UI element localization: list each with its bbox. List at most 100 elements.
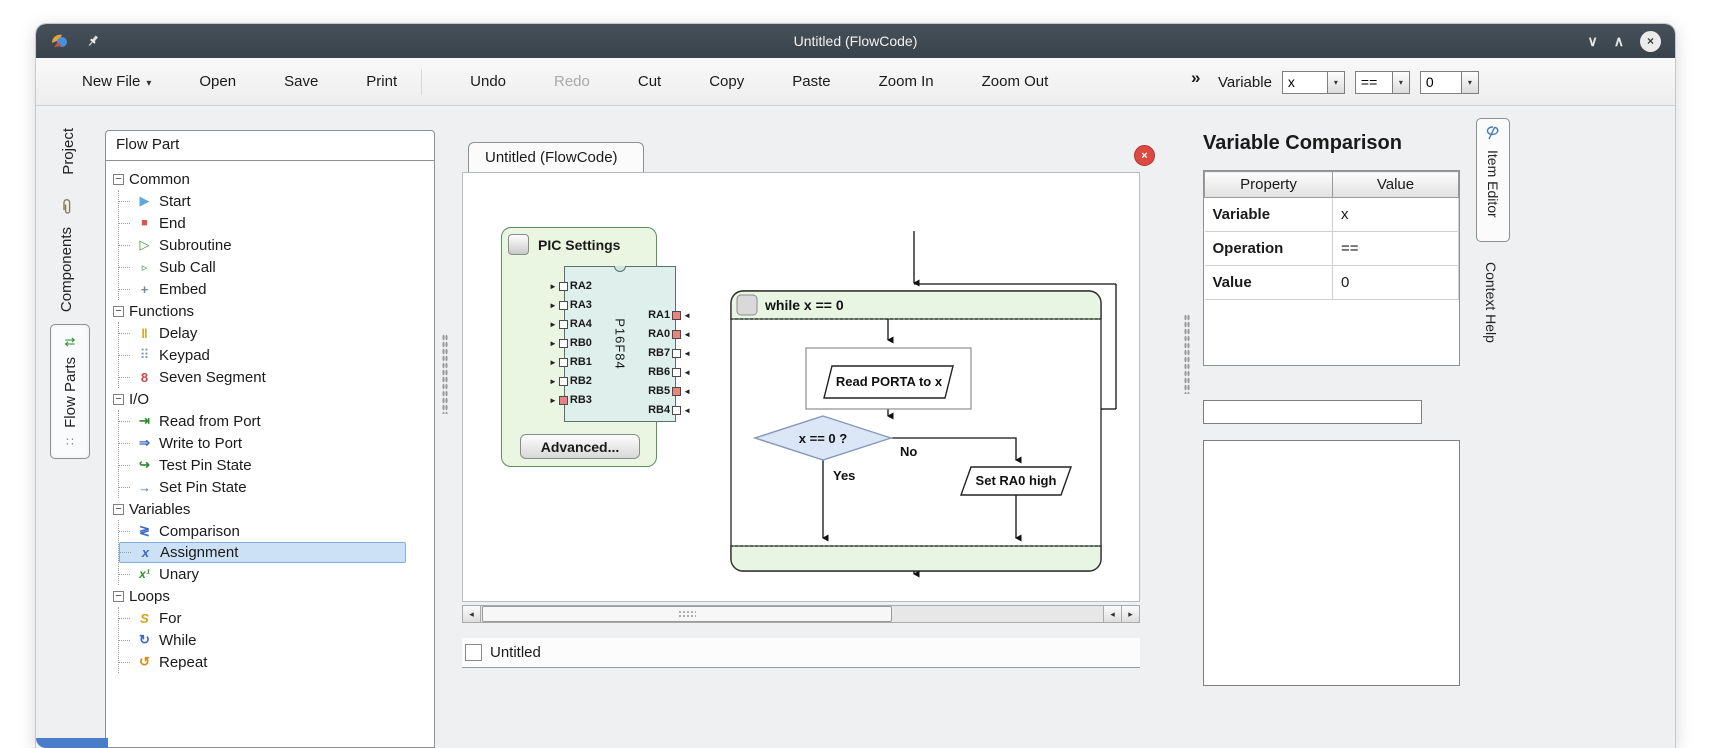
tree-item-label: End [159, 215, 186, 232]
tree-item-while[interactable]: ↻ While [119, 629, 430, 651]
tree-item-label: Assignment [160, 544, 238, 561]
maximize-icon[interactable]: ∧ [1614, 33, 1624, 50]
copy-button[interactable]: Copy [709, 73, 744, 90]
tree-item-label: Subroutine [159, 237, 232, 254]
collapse-icon[interactable]: − [113, 174, 124, 185]
flowchart-canvas[interactable]: PIC Settings P16F84 ► RA2 ► RA3 ► [462, 172, 1140, 602]
tree-item-seven-segment[interactable]: 8 Seven Segment [119, 366, 430, 388]
tree-item-end[interactable]: ■ End [119, 212, 430, 234]
zoom-out-button[interactable]: Zoom Out [982, 73, 1049, 90]
write-to-port-icon: ⇒ [135, 435, 154, 451]
tree-connector [119, 465, 130, 466]
tree-connector [119, 618, 130, 619]
shade-icon[interactable]: ∨ [1588, 33, 1598, 50]
collapse-icon[interactable]: − [113, 394, 124, 405]
tree-item-embed[interactable]: + Embed [119, 278, 430, 300]
column-header-property: Property [1205, 172, 1333, 198]
tree-item-assignment[interactable]: x Assignment [119, 542, 406, 563]
save-button[interactable]: Save [284, 73, 318, 90]
tree-item-repeat[interactable]: ↺ Repeat [119, 651, 430, 673]
tab-item-editor-label: Item Editor [1485, 150, 1501, 218]
value-combo-arrow-icon[interactable]: ▾ [1461, 71, 1479, 94]
tree-children-io: ⇥ Read from Port ⇒ Write to Port ↪ Test … [118, 410, 430, 498]
scroll-right-icon[interactable]: ▸ [1121, 606, 1139, 622]
collapse-icon[interactable]: − [113, 306, 124, 317]
undo-button[interactable]: Undo [470, 73, 506, 90]
print-button[interactable]: Print [366, 73, 397, 90]
zoom-in-button[interactable]: Zoom In [879, 73, 934, 90]
operator-combobox[interactable]: ▾ [1355, 71, 1410, 94]
paste-button[interactable]: Paste [792, 73, 830, 90]
property-value[interactable]: 0 [1333, 266, 1459, 300]
tree-item-read-from-port[interactable]: ⇥ Read from Port [119, 410, 430, 432]
tree-item-label: Unary [159, 566, 199, 583]
scroll-left-icon[interactable]: ◂ [463, 606, 481, 622]
splitter-handle[interactable] [442, 334, 448, 414]
open-button[interactable]: Open [199, 73, 236, 90]
tree-group-variables[interactable]: − Variables [113, 498, 430, 520]
read-porta-shape[interactable]: Read PORTA to x [806, 348, 971, 409]
tree-connector [119, 289, 130, 290]
operator-combo-field[interactable] [1355, 71, 1393, 94]
read-porta-label: Read PORTA to x [836, 374, 943, 389]
macro-tab-icon[interactable] [465, 644, 482, 661]
tab-components[interactable]: Components [58, 198, 75, 312]
tab-project[interactable]: Project [60, 128, 77, 175]
value-combobox[interactable]: ▾ [1420, 71, 1479, 94]
tree-item-label: Seven Segment [159, 369, 266, 386]
cut-button[interactable]: Cut [638, 73, 661, 90]
tree-item-start[interactable]: ▶ Start [119, 190, 430, 212]
tree-group-loops[interactable]: − Loops [113, 585, 430, 607]
tree-item-for[interactable]: S For [119, 607, 430, 629]
tree-children-loops: S For ↻ While ↺ Repeat [118, 607, 430, 673]
tree-item-keypad[interactable]: ⠿ Keypad [119, 344, 430, 366]
scroll-left-icon[interactable]: ◂ [1103, 606, 1121, 622]
properties-text-input[interactable] [1203, 400, 1422, 424]
close-window-icon[interactable]: × [1640, 31, 1661, 52]
new-file-button[interactable]: New File ▾ [82, 73, 151, 90]
tree-item-subroutine[interactable]: ▷ Subroutine [119, 234, 430, 256]
variable-combo-arrow-icon[interactable]: ▾ [1327, 71, 1345, 94]
scrollbar-thumb[interactable] [482, 606, 892, 622]
tree-item-write-to-port[interactable]: ⇒ Write to Port [119, 432, 430, 454]
tree-item-sub-call[interactable]: ▹ Sub Call [119, 256, 430, 278]
tab-context-help-label: Context Help [1483, 262, 1499, 343]
tab-item-editor[interactable]: Item Editor [1476, 118, 1510, 242]
document-close-icon[interactable]: × [1134, 145, 1155, 166]
tree-item-test-pin-state[interactable]: ↪ Test Pin State [119, 454, 430, 476]
grip-dots-icon: ∷ [66, 435, 74, 449]
toolbar-overflow-icon[interactable]: » [1191, 68, 1200, 88]
tree-item-comparison[interactable]: ≷ Comparison [119, 520, 430, 542]
tree-item-delay[interactable]: ‖ Delay [119, 322, 430, 344]
variable-combo-field[interactable] [1282, 71, 1328, 94]
property-value[interactable]: x [1333, 198, 1459, 232]
splitter-handle[interactable] [1184, 314, 1190, 394]
tab-context-help[interactable]: Context Help [1483, 262, 1499, 343]
scrollbar-track[interactable] [481, 606, 1103, 622]
new-file-dropdown-icon[interactable]: ▾ [146, 78, 151, 89]
value-combo-field[interactable] [1420, 71, 1462, 94]
set-ra0-shape[interactable]: Set RA0 high [961, 467, 1071, 495]
tree-item-set-pin-state[interactable]: → Set Pin State [119, 476, 430, 498]
tree-group-common[interactable]: − Common [113, 168, 430, 190]
new-file-label: New File [82, 73, 140, 90]
variable-combobox[interactable]: ▾ [1282, 71, 1345, 94]
document-tab[interactable]: Untitled (FlowCode) [468, 142, 644, 173]
operator-combo-arrow-icon[interactable]: ▾ [1392, 71, 1410, 94]
tree-connector [119, 487, 130, 488]
property-value[interactable]: == [1333, 232, 1459, 266]
decision-label: x == 0 ? [799, 431, 847, 446]
properties-list-box[interactable] [1203, 440, 1460, 686]
collapse-icon[interactable]: − [113, 504, 124, 515]
tree-group-functions[interactable]: − Functions [113, 300, 430, 322]
for-loop-icon: S [135, 611, 154, 626]
macro-tab-strip[interactable]: Untitled [462, 638, 1140, 668]
tab-flow-parts[interactable]: ⇄ Flow Parts ∷ [50, 324, 90, 459]
collapse-icon[interactable]: − [113, 591, 124, 602]
tree-group-label: I/O [129, 391, 149, 408]
horizontal-scrollbar[interactable]: ◂ ◂ ▸ [462, 605, 1140, 623]
titlebar: Untitled (FlowCode) ∨ ∧ × [36, 24, 1675, 58]
tree-item-unary[interactable]: x¹ Unary [119, 563, 430, 585]
tree-group-io[interactable]: − I/O [113, 388, 430, 410]
no-branch-label: No [900, 444, 917, 459]
